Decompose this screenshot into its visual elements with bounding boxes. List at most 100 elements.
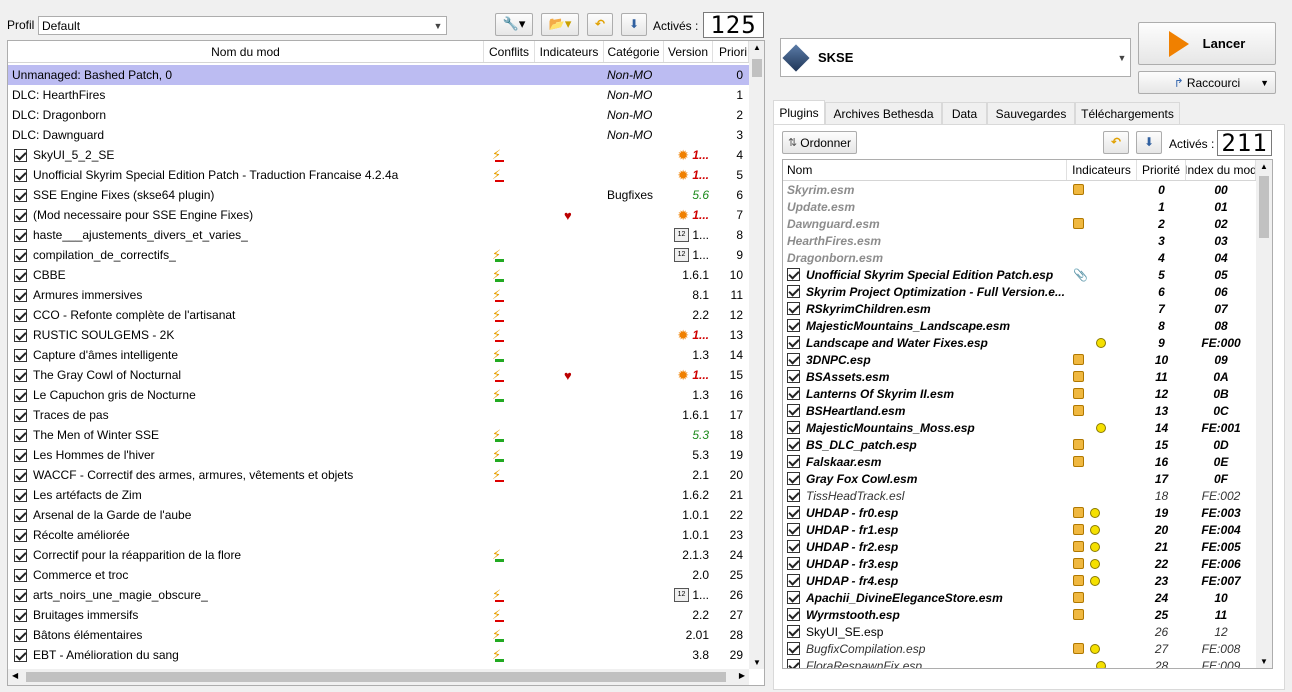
scroll-right-icon[interactable]: ▶: [739, 671, 745, 680]
mod-row[interactable]: Bruitages immersifs ⚡ 2.2 27: [8, 605, 749, 625]
mod-row[interactable]: CBBE ⚡ 1.6.1 10: [8, 265, 749, 285]
mod-row[interactable]: WACCF - Correctif des armes, armures, vê…: [8, 465, 749, 485]
plugin-row[interactable]: BSHeartland.esm 13 0C: [783, 402, 1256, 419]
mod-row[interactable]: Armures immersives ⚡ 8.1 11: [8, 285, 749, 305]
scroll-up-icon[interactable]: ▲: [753, 43, 761, 52]
mod-row[interactable]: SkyUI_5_2_SE ⚡ ✹ 1... 4: [8, 145, 749, 165]
plugin-checkbox[interactable]: [787, 268, 800, 281]
plugin-row[interactable]: UHDAP - fr0.esp 19 FE:003: [783, 504, 1256, 521]
plugins-restore-button[interactable]: ↶: [1103, 131, 1129, 154]
plugin-row[interactable]: TissHeadTrack.esl 18 FE:002: [783, 487, 1256, 504]
plugin-row[interactable]: UHDAP - fr3.esp 22 FE:006: [783, 555, 1256, 572]
plugin-checkbox[interactable]: [787, 404, 800, 417]
mod-row[interactable]: DLC: Dawnguard Non-MO 3: [8, 125, 749, 145]
mod-row[interactable]: Les artéfacts de Zim 1.6.2 21: [8, 485, 749, 505]
plugin-row[interactable]: Update.esm 1 01: [783, 198, 1256, 215]
mod-checkbox[interactable]: [14, 468, 27, 482]
tab-archives[interactable]: Archives Bethesda: [825, 102, 942, 124]
plugin-row[interactable]: MajesticMountains_Moss.esp 14 FE:001: [783, 419, 1256, 436]
mod-row[interactable]: EBT - Amélioration du sang ⚡ 3.8 29: [8, 645, 749, 665]
launch-button[interactable]: Lancer: [1138, 22, 1276, 65]
mod-row[interactable]: Unofficial Skyrim Special Edition Patch …: [8, 165, 749, 185]
scroll-left-icon[interactable]: ◀: [12, 671, 18, 680]
mod-checkbox[interactable]: [14, 588, 27, 602]
plugin-row[interactable]: BS_DLC_patch.esp 15 0D: [783, 436, 1256, 453]
mod-row[interactable]: Traces de pas 1.6.1 17: [8, 405, 749, 425]
mod-checkbox[interactable]: [14, 168, 27, 182]
plugin-row[interactable]: HearthFires.esm 3 03: [783, 232, 1256, 249]
plugin-checkbox[interactable]: [787, 455, 800, 468]
mod-row[interactable]: Le Capuchon gris de Nocturne ⚡ 1.3 16: [8, 385, 749, 405]
plugin-row[interactable]: UHDAP - fr4.esp 23 FE:007: [783, 572, 1256, 589]
plugin-checkbox[interactable]: [787, 319, 800, 332]
tab-data[interactable]: Data: [942, 102, 987, 124]
plugin-row[interactable]: BSAssets.esm 11 0A: [783, 368, 1256, 385]
mod-row[interactable]: arts_noirs_une_magie_obscure_ ⚡ 12 1... 26: [8, 585, 749, 605]
col-plugin-priority[interactable]: Priorité: [1137, 160, 1186, 180]
mod-list-vscrollbar[interactable]: ▲ ▼: [749, 41, 764, 669]
plugin-checkbox[interactable]: [787, 421, 800, 434]
col-mod-name[interactable]: Nom du mod: [8, 41, 484, 62]
plugin-row[interactable]: Dawnguard.esm 2 02: [783, 215, 1256, 232]
plugin-checkbox[interactable]: [787, 625, 800, 638]
mod-row[interactable]: CCO - Refonte complète de l'artisanat ⚡ 2.…: [8, 305, 749, 325]
plugin-row[interactable]: SkyUI_SE.esp 26 12: [783, 623, 1256, 640]
plugin-checkbox[interactable]: [787, 438, 800, 451]
plugins-backup-button[interactable]: ⬇: [1136, 131, 1162, 154]
col-version[interactable]: Version: [664, 41, 713, 62]
plugin-checkbox[interactable]: [787, 557, 800, 570]
mod-row[interactable]: Unmanaged: Bashed Patch, 0 Non-MO 0: [8, 65, 749, 85]
mod-checkbox[interactable]: [14, 388, 27, 402]
mod-row[interactable]: compilation_de_correctifs_ ⚡ 12 1... 9: [8, 245, 749, 265]
mod-row[interactable]: The Gray Cowl of Nocturnal ⚡ ♥ ✹ 1... 15: [8, 365, 749, 385]
mod-checkbox[interactable]: [14, 568, 27, 582]
mod-row[interactable]: (Mod necessaire pour SSE Engine Fixes) ♥ ✹…: [8, 205, 749, 225]
mod-checkbox[interactable]: [14, 288, 27, 302]
plugin-row[interactable]: Falskaar.esm 16 0E: [783, 453, 1256, 470]
mod-checkbox[interactable]: [14, 188, 27, 202]
mod-checkbox[interactable]: [14, 308, 27, 322]
col-category[interactable]: Catégorie: [604, 41, 664, 62]
plugin-row[interactable]: Skyrim Project Optimization - Full Versi…: [783, 283, 1256, 300]
col-plugin-indicators[interactable]: Indicateurs: [1067, 160, 1137, 180]
open-folder-button[interactable]: 📂▾: [541, 13, 579, 36]
plugin-row[interactable]: Wyrmstooth.esp 25 11: [783, 606, 1256, 623]
plugin-row[interactable]: FloraRespawnFix.esp 28 FE:009: [783, 657, 1256, 668]
mod-checkbox[interactable]: [14, 228, 27, 242]
mod-checkbox[interactable]: [14, 488, 27, 502]
col-priority[interactable]: Priori: [713, 41, 749, 62]
plugin-checkbox[interactable]: [787, 506, 800, 519]
plugin-row[interactable]: Landscape and Water Fixes.esp 9 FE:000: [783, 334, 1256, 351]
mod-row[interactable]: The Men of Winter SSE ⚡ 5.3 18: [8, 425, 749, 445]
mod-row[interactable]: Capture d'âmes intelligente ⚡ 1.3 14: [8, 345, 749, 365]
mod-checkbox[interactable]: [14, 448, 27, 462]
plugin-row[interactable]: Dragonborn.esm 4 04: [783, 249, 1256, 266]
plugin-checkbox[interactable]: [787, 370, 800, 383]
plugin-row[interactable]: MajesticMountains_Landscape.esm 8 08: [783, 317, 1256, 334]
mod-checkbox[interactable]: [14, 148, 27, 162]
mod-list[interactable]: Nom du mod Conflits Indicateurs Catégori…: [7, 40, 765, 686]
col-plugin-name[interactable]: Nom: [783, 160, 1067, 180]
shortcut-button[interactable]: ↱ Raccourci ▼: [1138, 71, 1276, 94]
executable-select[interactable]: SKSE ▼: [780, 38, 1131, 77]
mod-row[interactable]: DLC: Dragonborn Non-MO 2: [8, 105, 749, 125]
plugin-checkbox[interactable]: [787, 489, 800, 502]
scroll-down-icon[interactable]: ▼: [753, 658, 761, 667]
mod-checkbox[interactable]: [14, 328, 27, 342]
plugin-checkbox[interactable]: [787, 285, 800, 298]
mod-checkbox[interactable]: [14, 208, 27, 222]
mod-row[interactable]: Les Hommes de l'hiver ⚡ 5.3 19: [8, 445, 749, 465]
mod-list-hscrollbar[interactable]: ◀ ▶: [8, 669, 749, 685]
plugin-row[interactable]: UHDAP - fr2.esp 21 FE:005: [783, 538, 1256, 555]
plugin-checkbox[interactable]: [787, 353, 800, 366]
plugin-row[interactable]: 3DNPC.esp 10 09: [783, 351, 1256, 368]
mod-checkbox[interactable]: [14, 528, 27, 542]
scroll-up-icon[interactable]: ▲: [1260, 162, 1268, 171]
plugin-row[interactable]: Apachii_DivineEleganceStore.esm 24 10: [783, 589, 1256, 606]
mod-row[interactable]: Arsenal de la Garde de l'aube 1.0.1 22: [8, 505, 749, 525]
sort-button[interactable]: ⇅ Ordonner: [782, 131, 857, 154]
plugin-checkbox[interactable]: [787, 472, 800, 485]
col-conflicts[interactable]: Conflits: [484, 41, 535, 62]
mod-row[interactable]: SSE Engine Fixes (skse64 plugin) Bugfixes…: [8, 185, 749, 205]
scroll-down-icon[interactable]: ▼: [1260, 657, 1268, 666]
